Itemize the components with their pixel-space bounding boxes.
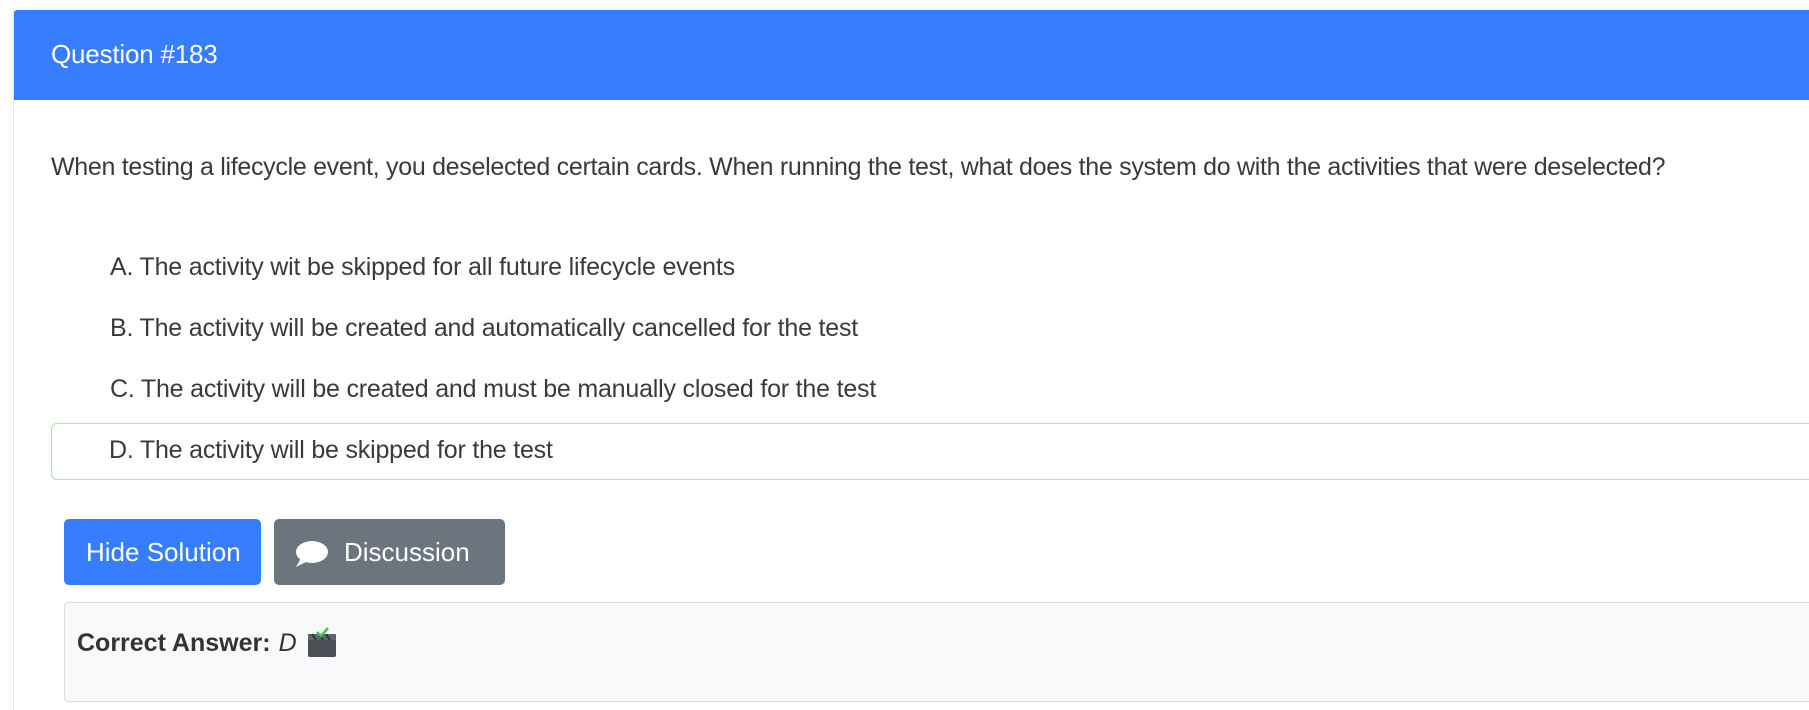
choice-a[interactable]: A. The activity wit be skipped for all f… [51,240,1809,297]
choice-b[interactable]: B. The activity will be created and auto… [51,301,1809,358]
choice-d-label: D. The activity will be skipped for the … [109,436,553,464]
discussion-label: Discussion [344,537,470,567]
choice-c[interactable]: C. The activity will be created and must… [51,362,1809,419]
choice-c-label: C. The activity will be created and must… [110,375,877,403]
choice-a-label: A. The activity wit be skipped for all f… [110,253,735,281]
choice-b-label: B. The activity will be created and auto… [110,314,859,342]
question-header: Question #183 [14,10,1809,100]
choice-d-correct[interactable]: D. The activity will be skipped for the … [51,423,1809,480]
hide-solution-button[interactable]: Hide Solution [64,519,261,585]
question-text: When testing a lifecycle event, you dese… [51,153,1666,181]
comment-icon [294,540,330,568]
correct-answer-label: Correct Answer: [77,629,271,657]
question-card: Question #183 When testing a lifecycle e… [13,10,1809,710]
question-title: Question #183 [51,39,218,69]
correct-answer-box: Correct Answer: D [64,602,1809,702]
correct-answer-line: Correct Answer: D [77,629,297,658]
hide-solution-label: Hide Solution [86,537,241,567]
correct-answer-value: D [278,629,297,657]
discussion-button[interactable]: Discussion [274,519,505,585]
